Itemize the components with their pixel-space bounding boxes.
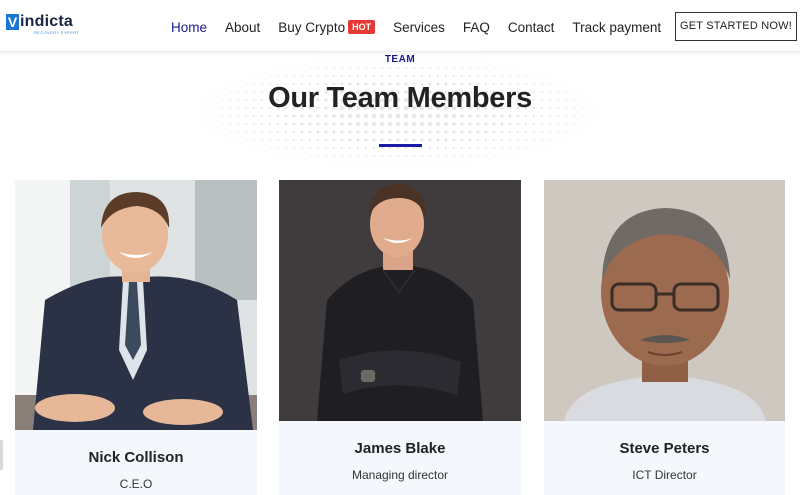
logo-mark: V xyxy=(6,14,19,30)
nav-contact[interactable]: Contact xyxy=(508,20,555,35)
member-role: C.E.O xyxy=(119,477,153,491)
nav-home[interactable]: Home xyxy=(171,20,207,35)
nav-services[interactable]: Services xyxy=(393,20,445,35)
member-role: ICT Director xyxy=(632,468,697,482)
hot-badge: HOT xyxy=(348,20,376,34)
logo[interactable]: V indicta RECOVERY EXPERT xyxy=(6,14,79,38)
member-name: Steve Peters xyxy=(619,440,710,457)
team-card-steve-peters: Steve Peters ICT Director xyxy=(544,180,785,495)
member-photo xyxy=(15,180,257,430)
member-name: Nick Collison xyxy=(88,449,184,466)
member-role: Managing director xyxy=(351,468,449,482)
member-name: James Blake xyxy=(354,440,446,457)
nav-about[interactable]: About xyxy=(225,20,260,35)
get-started-button[interactable]: GET STARTED NOW! xyxy=(675,12,797,41)
site-header: V indicta RECOVERY EXPERT Home About Buy… xyxy=(0,0,800,52)
member-photo xyxy=(544,180,785,421)
member-info: Nick Collison C.E.O xyxy=(15,430,257,495)
member-photo xyxy=(279,180,521,421)
team-card-nick-collison: Nick Collison C.E.O xyxy=(15,180,257,495)
logo-wordmark: indicta xyxy=(20,13,73,30)
member-info: Steve Peters ICT Director xyxy=(544,421,785,495)
scroll-tab[interactable] xyxy=(0,440,3,470)
member-info: James Blake Managing director xyxy=(279,421,521,495)
nav-faq[interactable]: FAQ xyxy=(463,20,490,35)
section-eyebrow: TEAM xyxy=(384,54,416,65)
team-card-james-blake: James Blake Managing director xyxy=(279,180,521,495)
nav-track-payment[interactable]: Track payment xyxy=(572,20,661,35)
title-underline xyxy=(379,144,422,147)
nav-buy-crypto[interactable]: Buy Crypto HOT xyxy=(278,20,376,35)
section-title: Our Team Members xyxy=(268,82,532,114)
main-nav: Home About Buy Crypto HOT Services FAQ C… xyxy=(171,17,679,37)
logo-tagline: RECOVERY EXPERT xyxy=(34,30,80,35)
page: V indicta RECOVERY EXPERT Home About Buy… xyxy=(0,0,800,495)
